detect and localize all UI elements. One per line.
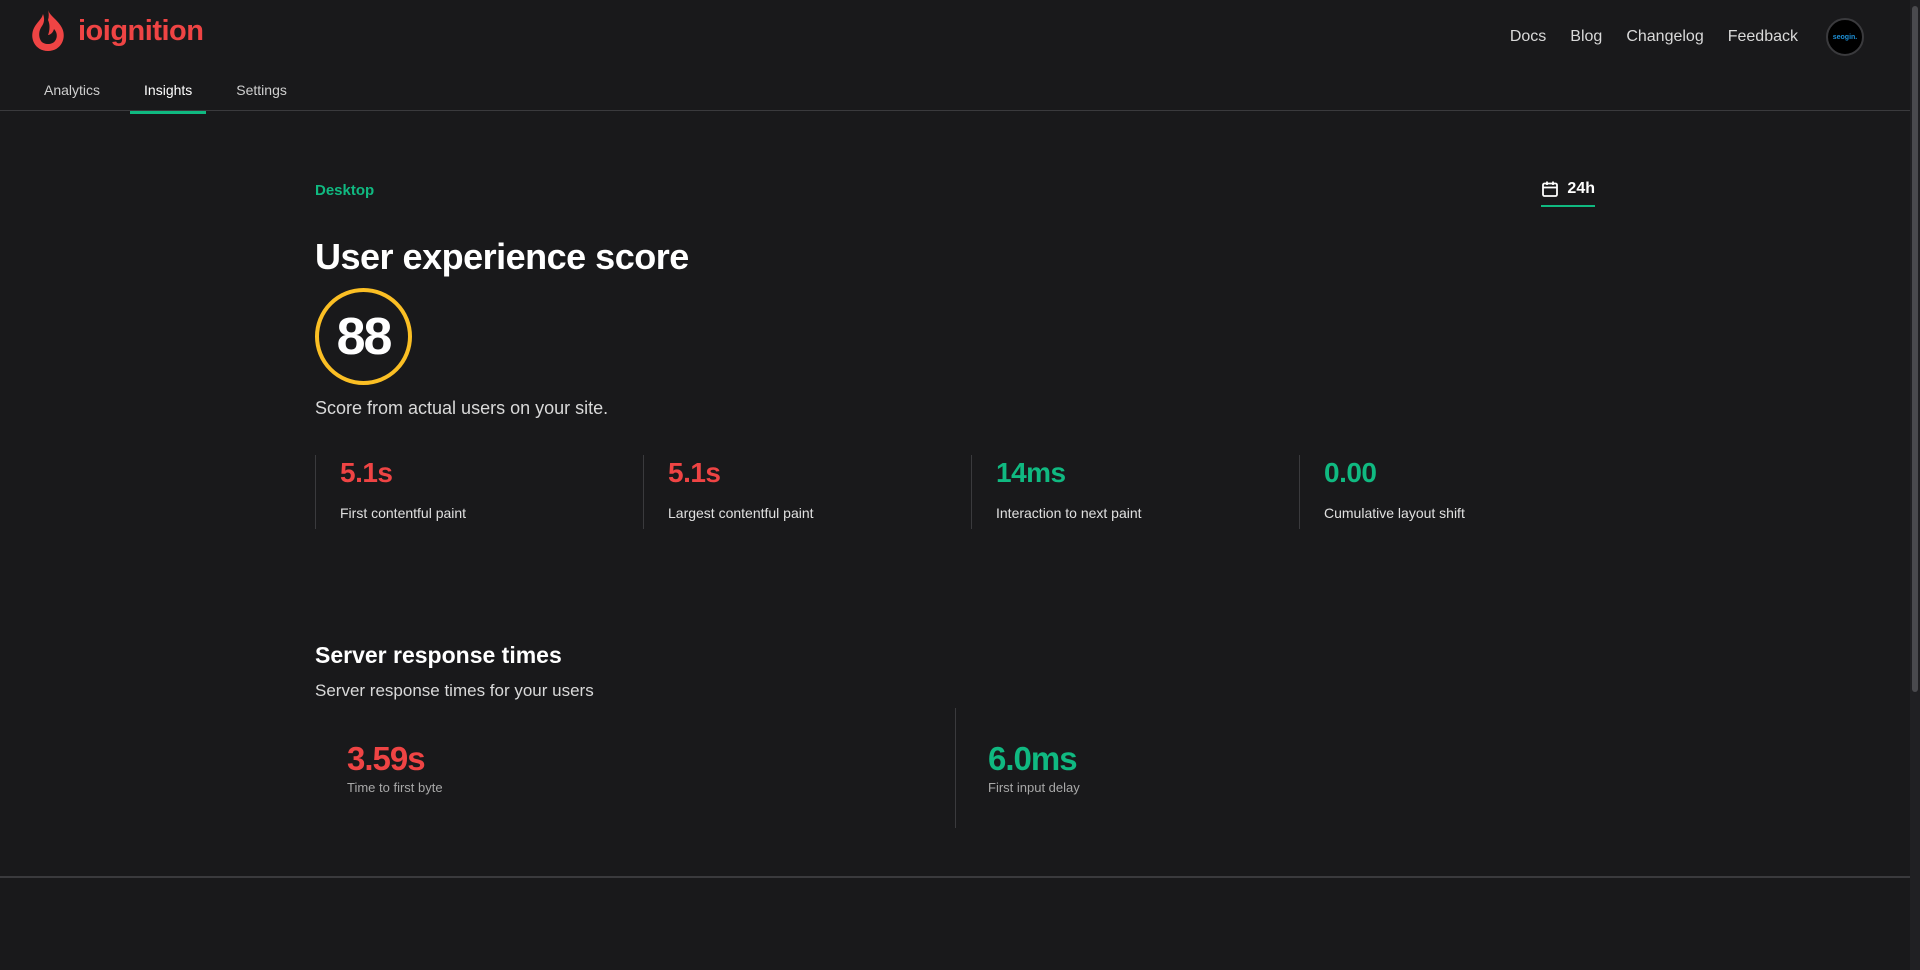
brand-logo[interactable]: ioignition (28, 8, 204, 54)
metric-value: 3.59s (347, 740, 426, 777)
section-divider (0, 876, 1910, 878)
metric-inp: 14ms Interaction to next paint (971, 455, 1299, 529)
calendar-icon (1542, 181, 1559, 197)
time-range-selector[interactable]: 24h (1541, 180, 1595, 207)
server-section-title: Server response times (315, 642, 562, 668)
metric-lcp: 5.1s Largest contentful paint (643, 455, 971, 529)
tab-settings[interactable]: Settings (222, 78, 301, 112)
brand-name: ioignition (78, 14, 204, 47)
main-tabs: Analytics Insights Settings (30, 78, 317, 114)
metric-label: First contentful paint (340, 505, 467, 521)
ux-score-subtitle: Score from actual users on your site. (315, 398, 609, 418)
time-range-value: 24h (1567, 180, 1595, 197)
nav-changelog-link[interactable]: Changelog (1626, 28, 1703, 46)
metric-label: Interaction to next paint (996, 505, 1142, 521)
metric-fid: 6.0ms First input delay (955, 708, 1595, 828)
metric-value: 6.0ms (988, 740, 1078, 777)
page-scrollbar[interactable] (1910, 0, 1920, 970)
tab-analytics[interactable]: Analytics (30, 78, 114, 112)
top-nav: Docs Blog Changelog Feedback seogin. (1510, 18, 1864, 56)
metric-label: Largest contentful paint (668, 505, 814, 521)
metric-label: First input delay (988, 780, 1080, 795)
nav-blog-link[interactable]: Blog (1570, 28, 1602, 46)
metric-label: Cumulative layout shift (1324, 505, 1465, 521)
nav-docs-link[interactable]: Docs (1510, 28, 1546, 46)
nav-feedback-link[interactable]: Feedback (1728, 28, 1798, 46)
user-avatar[interactable]: seogin. (1826, 18, 1864, 56)
tab-insights[interactable]: Insights (130, 78, 207, 114)
scrollbar-thumb[interactable] (1912, 6, 1918, 692)
server-section-subtitle: Server response times for your users (315, 681, 594, 700)
metric-cls: 0.00 Cumulative layout shift (1299, 455, 1627, 529)
flame-icon (32, 10, 64, 51)
ux-score-badge: 88 (315, 288, 412, 385)
metric-value: 5.1s (668, 457, 721, 488)
metric-ttfb: 3.59s Time to first byte (315, 708, 955, 828)
server-metrics: 3.59s Time to first byte 6.0ms First inp… (315, 708, 1595, 828)
metric-label: Time to first byte (347, 780, 443, 795)
metric-fcp: 5.1s First contentful paint (315, 455, 643, 529)
app-header: ioignition Docs Blog Changelog Feedback … (0, 0, 1910, 114)
metric-value: 0.00 (1324, 457, 1377, 488)
web-vitals-metrics: 5.1s First contentful paint 5.1s Largest… (315, 455, 1627, 529)
metric-value: 14ms (996, 457, 1066, 488)
platform-label[interactable]: Desktop (315, 182, 374, 199)
ux-score-title: User experience score (315, 236, 689, 277)
metric-value: 5.1s (340, 457, 393, 488)
